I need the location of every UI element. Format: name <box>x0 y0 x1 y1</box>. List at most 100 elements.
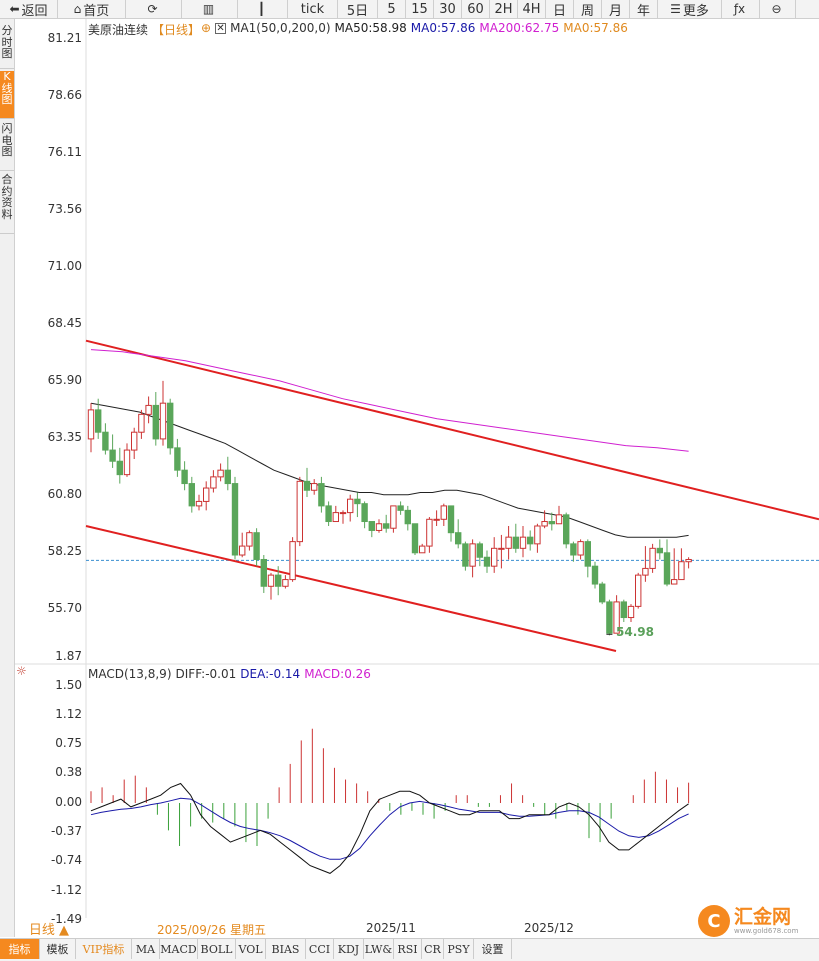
toolbar-button-4[interactable]: ┃ <box>238 0 288 18</box>
candle[interactable] <box>159 380 167 446</box>
sidebar-tab-0[interactable]: 分时图 <box>0 25 14 69</box>
candle[interactable] <box>534 523 541 553</box>
indicator-tab-10[interactable]: LW& <box>364 939 394 959</box>
candle[interactable] <box>599 581 606 605</box>
candle[interactable] <box>512 523 519 553</box>
candle[interactable] <box>167 398 174 455</box>
indicator-tab-12[interactable]: CR <box>422 939 444 959</box>
candle[interactable] <box>469 539 476 578</box>
candle[interactable] <box>404 505 412 531</box>
sidebar-tab-3[interactable]: 合约资料 <box>0 174 14 234</box>
candle[interactable] <box>390 505 397 533</box>
indicator-tab-1[interactable]: 模板 <box>40 939 76 959</box>
candle[interactable] <box>678 548 685 581</box>
ma-toggle-icon[interactable]: ✕ <box>215 23 227 34</box>
candle[interactable] <box>318 476 325 513</box>
candle[interactable] <box>476 541 484 567</box>
candle[interactable] <box>145 396 152 424</box>
indicator-tab-13[interactable]: PSY <box>444 939 474 959</box>
indicator-tab-4[interactable]: MACD <box>160 939 198 959</box>
candle[interactable] <box>174 438 181 477</box>
candle[interactable] <box>131 427 138 460</box>
candle[interactable] <box>303 467 311 497</box>
candle[interactable] <box>217 463 224 482</box>
candle[interactable] <box>383 514 390 533</box>
indicator-tab-6[interactable]: VOL <box>236 939 266 959</box>
chart-canvas[interactable] <box>0 0 819 960</box>
candle[interactable] <box>570 541 577 562</box>
toolbar-button-6[interactable]: 5日 <box>338 0 378 19</box>
candle[interactable] <box>440 503 448 526</box>
indicator-tab-5[interactable]: BOLL <box>198 939 236 959</box>
candle[interactable] <box>260 555 268 593</box>
candle[interactable] <box>332 505 340 523</box>
candle[interactable] <box>563 512 570 549</box>
candle[interactable] <box>426 517 433 553</box>
indicator-tab-2[interactable]: VIP指标 <box>76 939 132 959</box>
candle[interactable] <box>267 572 275 600</box>
candle[interactable] <box>152 392 160 446</box>
candle[interactable] <box>397 501 404 515</box>
toolbar-button-11[interactable]: 2H <box>490 0 518 18</box>
candle[interactable] <box>116 447 123 484</box>
toolbar-button-18[interactable]: ƒx <box>722 0 760 18</box>
candle[interactable] <box>87 403 95 453</box>
candle[interactable] <box>347 494 354 522</box>
settings-icon[interactable]: ⊕ <box>201 21 211 38</box>
toolbar-button-7[interactable]: 5 <box>378 0 406 18</box>
toolbar-button-3[interactable]: ▥ <box>182 0 238 18</box>
candle[interactable] <box>289 537 296 582</box>
candle[interactable] <box>649 543 656 573</box>
toolbar-button-8[interactable]: 15 <box>406 0 434 18</box>
toolbar-button-0[interactable]: ⬅ 返回 <box>0 0 58 19</box>
toolbar-button-2[interactable]: ⟳ <box>126 0 182 18</box>
candle[interactable] <box>203 481 210 511</box>
candle[interactable] <box>296 476 304 547</box>
candle[interactable] <box>419 543 426 554</box>
toolbar-button-13[interactable]: 日 <box>546 0 574 19</box>
candle[interactable] <box>455 519 462 549</box>
indicator-tab-9[interactable]: KDJ <box>334 939 364 959</box>
candle[interactable] <box>123 443 131 477</box>
indicator-tab-7[interactable]: BIAS <box>266 939 306 959</box>
toolbar-button-17[interactable]: ☰ 更多 <box>658 0 722 19</box>
sidebar-tab-1[interactable]: K线图 <box>0 71 14 119</box>
candle[interactable] <box>685 557 692 569</box>
candle[interactable] <box>102 423 109 455</box>
candle[interactable] <box>505 525 512 560</box>
sidebar-tab-2[interactable]: 闪电图 <box>0 123 14 171</box>
candle[interactable] <box>447 505 455 542</box>
candle[interactable] <box>627 604 635 623</box>
candle[interactable] <box>642 546 649 582</box>
candle[interactable] <box>663 539 671 587</box>
candle[interactable] <box>210 470 217 493</box>
indicator-tab-11[interactable]: RSI <box>394 939 422 959</box>
candle[interactable] <box>671 548 678 585</box>
toolbar-button-19[interactable]: ⊖ <box>760 0 796 18</box>
candle[interactable] <box>231 476 239 560</box>
toolbar-button-1[interactable]: ⌂ 首页 <box>58 0 126 19</box>
candle[interactable] <box>325 501 332 526</box>
candle[interactable] <box>591 561 599 589</box>
toolbar-button-15[interactable]: 月 <box>602 0 630 19</box>
toolbar-button-16[interactable]: 年 <box>630 0 658 19</box>
toolbar-button-10[interactable]: 60 <box>462 0 490 18</box>
indicator-tab-3[interactable]: MA <box>132 939 160 959</box>
candle[interactable] <box>311 479 318 495</box>
candle[interactable] <box>606 599 613 636</box>
candle[interactable] <box>224 456 232 491</box>
candle[interactable] <box>138 409 145 439</box>
candle[interactable] <box>519 525 527 558</box>
period-label[interactable]: 【日线】 <box>152 21 200 38</box>
candle[interactable] <box>368 521 376 538</box>
indicator-tab-14[interactable]: 设置 <box>474 939 512 959</box>
toolbar-button-14[interactable]: 周 <box>574 0 602 19</box>
candle[interactable] <box>181 461 188 491</box>
candle[interactable] <box>109 434 116 468</box>
indicator-tab-8[interactable]: CCI <box>306 939 334 959</box>
candle[interactable] <box>433 510 440 526</box>
candle[interactable] <box>246 530 253 551</box>
candle[interactable] <box>339 510 347 524</box>
candle[interactable] <box>577 539 584 560</box>
candle[interactable] <box>188 476 196 513</box>
